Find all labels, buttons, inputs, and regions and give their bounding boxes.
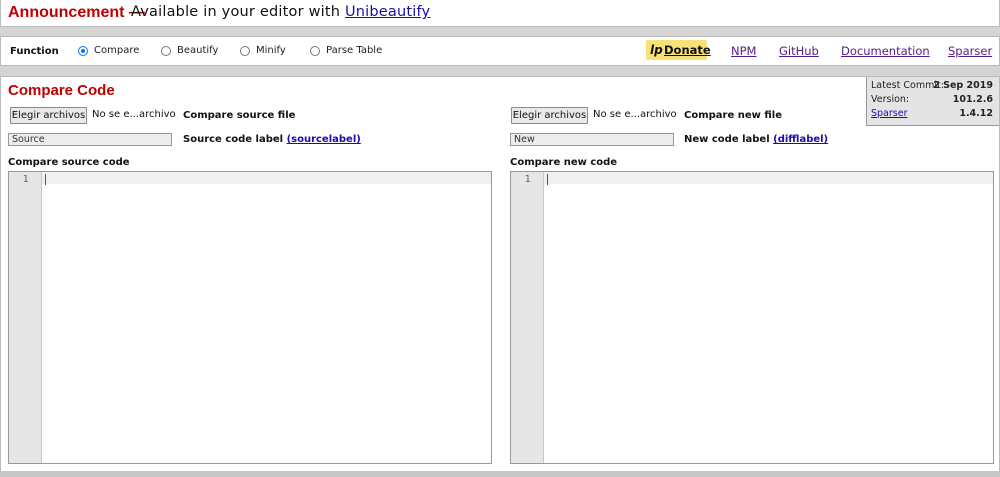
mode-beautify-radio[interactable]: Beautify — [161, 45, 218, 56]
github-link[interactable]: GitHub — [779, 44, 819, 58]
version-label: Version: — [871, 94, 910, 105]
compare-panel: Compare Code Latest Commit: 2 Sep 2019 V… — [0, 76, 1000, 472]
announcement-message: Available in your editor with — [131, 4, 341, 20]
donate-label: Donate — [664, 43, 711, 57]
function-label: Function — [10, 46, 59, 57]
source-file-label: Compare source file — [183, 110, 296, 121]
source-code-editor[interactable]: 1 — [8, 171, 492, 464]
sparser-version-link[interactable]: Sparser — [871, 108, 908, 119]
mode-minify-radio[interactable]: Minify — [240, 45, 286, 56]
source-file-picker[interactable]: Elegir archivos No se e...archivo — [10, 107, 176, 124]
mode-minify-label: Minify — [256, 45, 286, 56]
source-file-name: No se e...archivo — [92, 109, 176, 120]
text-caret — [45, 174, 46, 185]
new-choose-file-button[interactable]: Elegir archivos — [511, 107, 588, 124]
unibeautify-link[interactable]: Unibeautify — [345, 4, 430, 20]
mode-compare-label: Compare — [94, 45, 140, 56]
sparser-version-value: 1.4.12 — [959, 108, 993, 119]
new-code-heading: Compare new code — [510, 157, 618, 168]
line-number: 1 — [524, 174, 531, 185]
sparser-link[interactable]: Sparser — [948, 44, 992, 58]
new-file-label: Compare new file — [684, 110, 782, 121]
documentation-link[interactable]: Documentation — [841, 44, 930, 58]
new-label-text: New code label — [684, 134, 770, 145]
active-line — [544, 172, 993, 184]
source-label-text: Source code label — [183, 134, 284, 145]
new-file-picker[interactable]: Elegir archivos No se e...archivo — [511, 107, 677, 124]
new-label-input[interactable]: New — [510, 133, 674, 146]
source-label-caption: Source code label (sourcelabel) — [183, 134, 361, 145]
liberapay-icon: lp — [650, 43, 663, 57]
mode-compare-radio[interactable]: Compare — [78, 45, 139, 56]
line-number: 1 — [22, 174, 29, 185]
latest-commit-value: 2 Sep 2019 — [933, 80, 993, 91]
mode-parse-table-radio[interactable]: Parse Table — [310, 45, 382, 56]
line-gutter: 1 — [9, 172, 42, 463]
commit-row: Latest Commit: 2 Sep 2019 — [871, 80, 993, 92]
version-value: 101.2.6 — [952, 94, 993, 105]
new-file-name: No se e...archivo — [593, 109, 677, 120]
mode-beautify-label: Beautify — [177, 45, 219, 56]
sparser-row: Sparser 1.4.12 — [871, 108, 993, 120]
announcement-text: Available in your editor with Unibeautif… — [131, 4, 430, 20]
radio-unselected-icon[interactable] — [161, 45, 171, 56]
radio-unselected-icon[interactable] — [240, 45, 250, 56]
source-choose-file-button[interactable]: Elegir archivos — [10, 107, 87, 124]
difflabel-link[interactable]: (difflabel) — [773, 134, 828, 145]
source-label-input[interactable]: Source — [8, 133, 172, 146]
new-code-editor[interactable]: 1 — [510, 171, 994, 464]
new-label-caption: New code label (difflabel) — [684, 134, 828, 145]
mode-parse-table-label: Parse Table — [326, 45, 383, 56]
active-line — [42, 172, 491, 184]
version-row: Version: 101.2.6 — [871, 94, 993, 106]
function-bar: Function Compare Beautify Minify Parse T… — [0, 36, 1000, 66]
npm-link[interactable]: NPM — [731, 44, 756, 58]
announcement-bar: Announcement — Available in your editor … — [0, 0, 1000, 27]
source-code-heading: Compare source code — [8, 157, 130, 168]
bottom-strip — [0, 471, 1000, 477]
page-title: Compare Code — [8, 82, 115, 99]
announcement-prefix: Announcement — — [8, 4, 145, 21]
commit-info: Latest Commit: 2 Sep 2019 Version: 101.2… — [866, 77, 999, 126]
radio-selected-icon[interactable] — [78, 45, 88, 56]
line-gutter: 1 — [511, 172, 544, 463]
text-caret — [547, 174, 548, 185]
sourcelabel-link[interactable]: (sourcelabel) — [287, 134, 361, 145]
donate-button[interactable]: lp Donate — [646, 40, 711, 60]
radio-unselected-icon[interactable] — [310, 45, 320, 56]
